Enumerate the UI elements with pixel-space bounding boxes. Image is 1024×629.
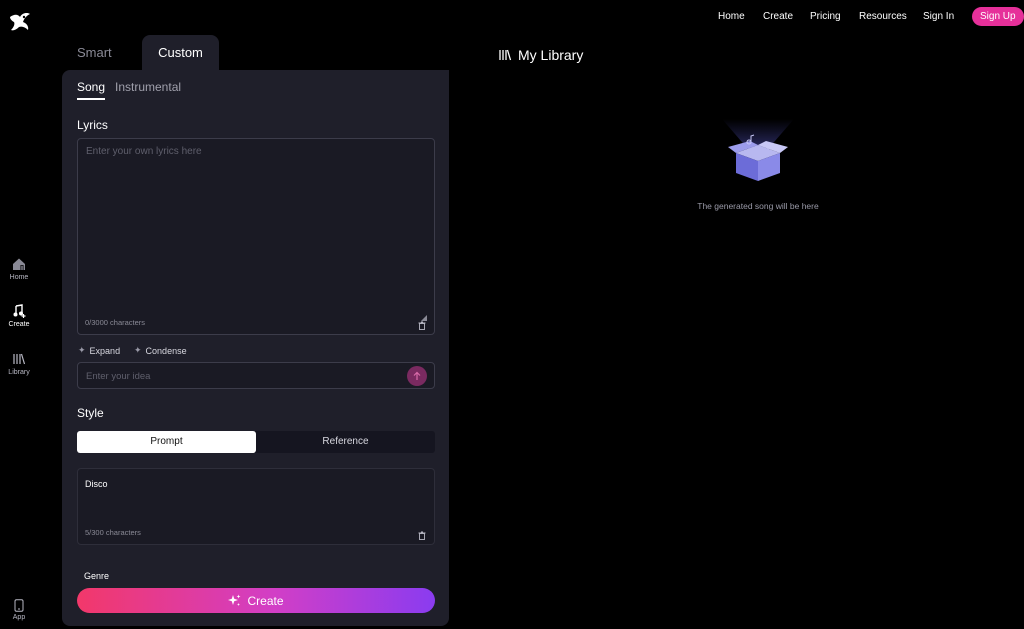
resize-handle-icon[interactable] — [421, 308, 427, 321]
style-option-prompt[interactable]: Prompt — [77, 431, 256, 453]
style-option-reference[interactable]: Reference — [256, 431, 435, 453]
tab-smart[interactable]: Smart — [77, 45, 112, 60]
nav-home-link[interactable]: Home — [718, 11, 745, 22]
genre-label: Genre — [84, 571, 110, 581]
library-heading: My Library — [498, 47, 583, 63]
create-label: Create — [247, 593, 284, 608]
rail-item-label: Home — [9, 274, 29, 281]
trash-icon[interactable] — [418, 317, 426, 335]
idea-placeholder: Enter your idea — [86, 371, 151, 382]
rail-item-create[interactable]: Create — [0, 304, 38, 328]
library-icon — [0, 352, 38, 366]
style-mode-toggle: Prompt Reference — [77, 431, 435, 453]
condense-label: Condense — [145, 345, 187, 356]
library-empty-text: The generated song will be here — [697, 201, 819, 211]
expand-label: Expand — [89, 345, 121, 356]
submit-idea-button[interactable] — [407, 366, 427, 386]
library-title: My Library — [518, 47, 584, 63]
sub-tab-instrumental[interactable]: Instrumental — [115, 80, 181, 94]
style-char-count: 5/300 characters — [85, 528, 141, 537]
empty-box-icon — [718, 119, 798, 183]
style-value: Disco — [85, 479, 108, 489]
rail-item-label: Create — [8, 321, 30, 328]
sparkle-icon: ✦ — [134, 345, 142, 355]
lyrics-char-count: 0/3000 characters — [85, 318, 146, 327]
nav-resources-link[interactable]: Resources — [859, 11, 907, 22]
top-nav: Home Create Pricing Resources Sign In Si… — [0, 0, 1024, 34]
left-rail: Home Create Library App — [0, 0, 38, 629]
sparkle-icon: ✦ — [78, 345, 86, 355]
rail-item-home[interactable]: Home — [0, 257, 38, 281]
phone-icon — [0, 599, 38, 612]
rail-item-library[interactable]: Library — [0, 352, 38, 376]
sparkles-icon — [228, 594, 241, 606]
signup-button[interactable]: Sign Up — [972, 7, 1024, 26]
style-input[interactable]: Disco 5/300 characters — [77, 468, 435, 545]
style-heading: Style — [77, 406, 104, 420]
create-button[interactable]: Create — [77, 588, 435, 613]
nav-signin-link[interactable]: Sign In — [923, 11, 954, 22]
lyrics-textarea[interactable]: Enter your own lyrics here 0/3000 charac… — [77, 138, 435, 335]
rail-item-app[interactable]: App — [0, 599, 38, 621]
home-icon — [0, 257, 38, 271]
nav-create-link[interactable]: Create — [763, 11, 793, 22]
lyrics-placeholder: Enter your own lyrics here — [86, 146, 202, 157]
sub-tab-song[interactable]: Song — [77, 80, 105, 94]
rail-item-label: App — [12, 614, 26, 621]
condense-button[interactable]: ✦ Condense — [134, 345, 187, 356]
nav-pricing-link[interactable]: Pricing — [810, 11, 841, 22]
library-icon — [499, 49, 512, 61]
lyrics-heading: Lyrics — [77, 118, 108, 132]
rail-item-label: Library — [8, 369, 30, 376]
idea-input[interactable]: Enter your idea — [77, 362, 435, 389]
expand-button[interactable]: ✦ Expand — [78, 345, 120, 356]
create-music-icon — [0, 304, 38, 318]
active-tab-indicator — [77, 98, 105, 100]
trash-icon[interactable] — [418, 527, 426, 545]
arrow-up-icon — [413, 371, 421, 380]
tab-custom[interactable]: Custom — [142, 35, 219, 71]
